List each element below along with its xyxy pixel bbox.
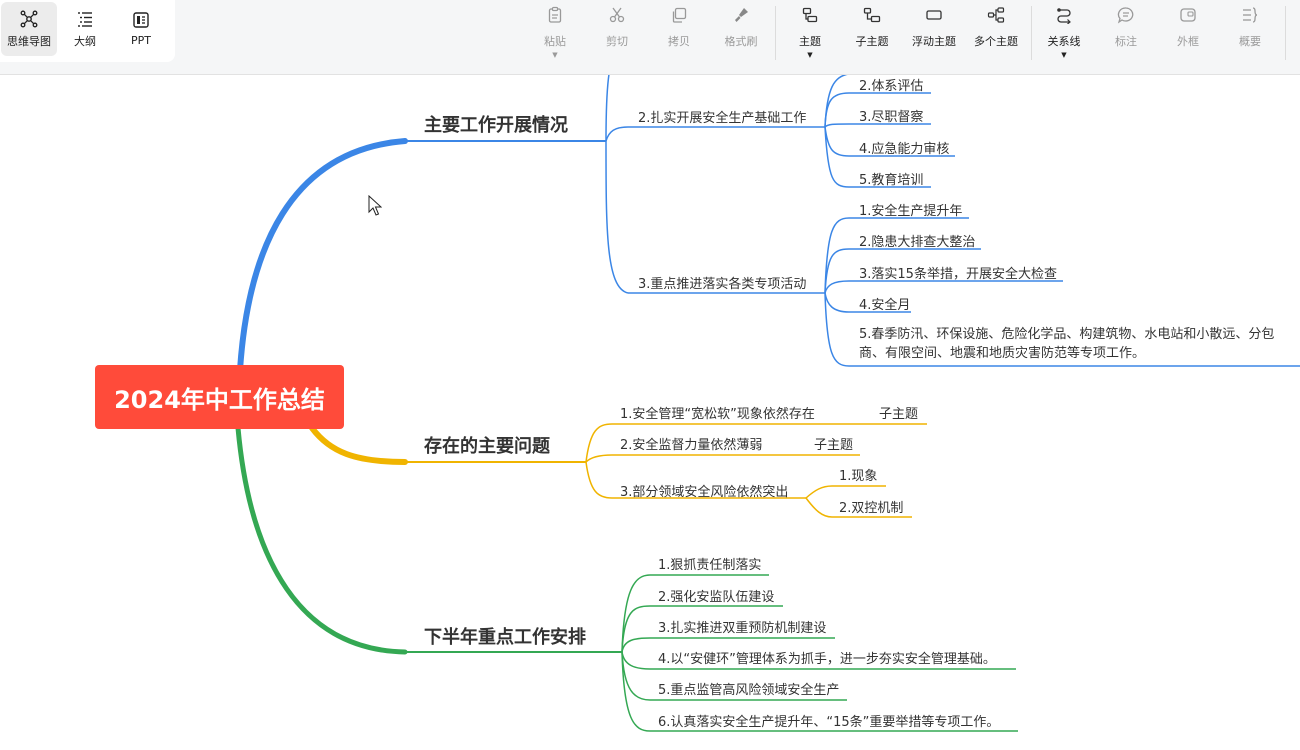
format-painter-label: 格式刷 xyxy=(724,35,758,48)
leaf-topic[interactable]: 4.安全月 xyxy=(859,294,910,313)
topic-label: 主题 xyxy=(799,35,821,48)
leaf-topic[interactable]: 2.体系评估 xyxy=(859,75,923,94)
topic-button[interactable]: 主题 ▼ xyxy=(780,6,840,66)
relation-line-button[interactable]: 关系线 ▼ xyxy=(1034,6,1094,66)
leaf-topic[interactable]: 2.隐患大排查大整治 xyxy=(859,231,975,250)
ppt-icon xyxy=(133,12,149,28)
main-topic-main-problems[interactable]: 存在的主要问题 xyxy=(424,432,550,458)
subtopic-problem-3[interactable]: 3.部分领域安全风险依然突出 xyxy=(620,481,788,500)
leaf-topic[interactable]: 3.落实15条举措，开展安全大检查 xyxy=(859,263,1057,282)
label-label: 标注 xyxy=(1115,35,1137,48)
branch-connector-blue xyxy=(237,138,408,373)
main-topic-work-progress[interactable]: 主要工作开展情况 xyxy=(424,111,568,137)
subtopic-plan[interactable]: 2.强化安监队伍建设 xyxy=(658,586,774,605)
subtopic-special-activities[interactable]: 3.重点推进落实各类专项活动 xyxy=(638,273,806,292)
floating-topic-label: 浮动主题 xyxy=(912,35,956,48)
format-painter-button[interactable]: 格式刷 xyxy=(711,6,771,66)
outline-view-button[interactable]: 大纲 xyxy=(57,2,113,56)
subtopic-plan[interactable]: 3.扎实推进双重预防机制建设 xyxy=(658,617,826,636)
subtopic-plan[interactable]: 6.认真落实安全生产提升年、“15条”重要举措等专项工作。 xyxy=(658,711,999,730)
copy-label: 拷贝 xyxy=(668,35,690,48)
mindmap-view-label: 思维导图 xyxy=(7,34,51,48)
label-button[interactable]: 标注 xyxy=(1096,6,1156,66)
toolbar-divider xyxy=(775,6,776,60)
floating-topic-button[interactable]: 浮动主题 xyxy=(904,6,964,66)
subtopic-plan[interactable]: 1.狠抓责任制落实 xyxy=(658,554,761,573)
chevron-down-icon: ▼ xyxy=(1061,51,1067,59)
relation-line-icon xyxy=(1057,8,1071,24)
subtopic-basic-work[interactable]: 2.扎实开展安全生产基础工作 xyxy=(638,107,806,126)
outline-icon xyxy=(78,11,92,27)
subtopic-plan[interactable]: 4.以“安健环”管理体系为抓手，进一步夯实安全管理基础。 xyxy=(658,648,996,667)
subtopic-icon xyxy=(863,7,881,23)
chevron-down-icon: ▼ xyxy=(552,51,558,59)
summary-label: 概要 xyxy=(1239,35,1261,48)
scissors-icon xyxy=(609,7,625,23)
leaf-topic[interactable]: 3.尽职督察 xyxy=(859,106,923,125)
comment-icon xyxy=(1117,7,1134,24)
ppt-view-label: PPT xyxy=(131,34,151,47)
copy-icon xyxy=(672,7,687,23)
mindmap-view-button[interactable]: 思维导图 xyxy=(1,2,57,56)
summary-icon xyxy=(1243,7,1258,23)
cut-label: 剪切 xyxy=(606,35,628,48)
topic-icon xyxy=(802,7,818,23)
multi-topic-label: 多个主题 xyxy=(974,35,1018,48)
subtopic-problem-2[interactable]: 2.安全监督力量依然薄弱 xyxy=(620,434,762,453)
subtopic-placeholder[interactable]: 子主题 xyxy=(814,434,853,453)
paste-label: 粘贴 xyxy=(544,35,566,48)
toolbar-divider xyxy=(1285,6,1286,60)
copy-button[interactable]: 拷贝 xyxy=(649,6,709,66)
leaf-topic[interactable]: 5.春季防汛、环保设施、危险化学品、构建筑物、水电站和小散远、分包商、有限空间、… xyxy=(859,325,1300,363)
frame-button[interactable]: 外框 xyxy=(1158,6,1218,66)
leaf-topic[interactable]: 1.现象 xyxy=(839,465,877,484)
subtopic-button[interactable]: 子主题 xyxy=(842,6,902,66)
subtopic-placeholder[interactable]: 子主题 xyxy=(879,403,918,422)
subtopic-label: 子主题 xyxy=(855,35,889,48)
chevron-down-icon: ▼ xyxy=(807,51,813,59)
ppt-view-button[interactable]: PPT xyxy=(113,2,169,56)
leaf-topic[interactable]: 5.教育培训 xyxy=(859,169,923,188)
multi-topic-button[interactable]: 多个主题 xyxy=(966,6,1026,66)
frame-label: 外框 xyxy=(1177,35,1199,48)
leaf-topic[interactable]: 2.双控机制 xyxy=(839,497,903,516)
floating-topic-icon xyxy=(926,10,942,20)
mindmap-icon xyxy=(20,10,38,27)
mouse-cursor-icon xyxy=(368,195,382,216)
outline-view-label: 大纲 xyxy=(74,34,96,48)
toolbar-divider xyxy=(1031,6,1032,60)
frame-icon xyxy=(1180,8,1196,22)
cut-button[interactable]: 剪切 xyxy=(587,6,647,66)
view-mode-switcher: 思维导图 大纲 PPT xyxy=(0,0,175,62)
paste-button[interactable]: 粘贴 ▼ xyxy=(525,6,585,66)
multi-topic-icon xyxy=(987,7,1005,23)
leaf-topic[interactable]: 1.安全生产提升年 xyxy=(859,200,962,219)
clipboard-icon xyxy=(548,6,562,23)
main-topic-second-half-plan[interactable]: 下半年重点工作安排 xyxy=(424,623,586,649)
subtopic-problem-1[interactable]: 1.安全管理“宽松软”现象依然存在 xyxy=(620,403,815,422)
relation-line-label: 关系线 xyxy=(1047,35,1081,48)
root-topic[interactable]: 2024年中工作总结 xyxy=(95,365,344,429)
top-toolbar: 粘贴 ▼ 剪切 拷贝 格式刷 主题 ▼ 子主题 浮动主题 多个主题 关系线 ▼ … xyxy=(0,0,1300,75)
summary-button[interactable]: 概要 xyxy=(1220,6,1280,66)
leaf-topic[interactable]: 4.应急能力审核 xyxy=(859,138,949,157)
brush-icon xyxy=(735,8,748,22)
subtopic-plan[interactable]: 5.重点监管高风险领域安全生产 xyxy=(658,679,839,698)
branch-connector-yellow xyxy=(309,425,408,465)
